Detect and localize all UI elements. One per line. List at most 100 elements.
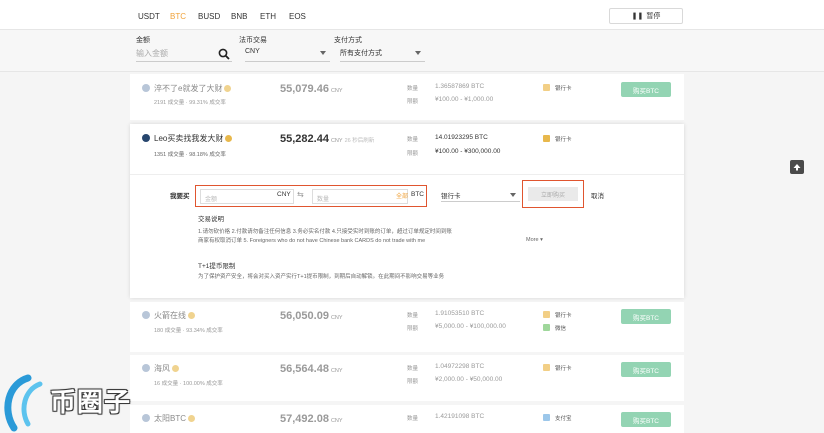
avatar	[142, 134, 150, 142]
tab-eth[interactable]: ETH	[260, 12, 276, 21]
link-icon[interactable]: ⇆	[297, 190, 304, 199]
avatar	[142, 84, 150, 92]
verified-badge-icon	[225, 135, 233, 143]
expanded-order-panel: Leo买卖找我发大财 1351 成交量 · 98.18% 成交率 55,282.…	[130, 124, 684, 298]
price: 55,079.46 CNY	[280, 83, 343, 95]
limit-label: 限额	[407, 326, 419, 332]
t1-title: T+1提币限制	[198, 263, 236, 270]
qty-value: 1.04972298 BTC	[435, 363, 485, 370]
buy-btc-button[interactable]: 购买BTC	[621, 309, 671, 324]
pause-button[interactable]: ❚❚ 暂停	[609, 8, 683, 24]
chevron-down-icon	[510, 193, 516, 197]
confirm-highlight: 立即购买	[522, 180, 584, 208]
qty-value: 1.42191098 BTC	[435, 413, 485, 420]
payment-method: 银行卡	[555, 313, 572, 319]
scroll-top-button[interactable]	[790, 160, 804, 174]
limit-label: 限额	[407, 379, 419, 385]
payment-method: 微信	[555, 326, 567, 332]
price: 55,282.44 CNY 26 秒后刷新	[280, 133, 375, 145]
qty-unit: BTC	[411, 191, 424, 198]
payment-select[interactable]: 所有支付方式	[340, 48, 425, 62]
list-item: 太阳BTC 57,492.08 CNY 数量 1.42191098 BTC 支付宝…	[130, 405, 684, 433]
limit-value: ¥5,000.00 - ¥100,000.00	[435, 323, 506, 330]
payment-method: 支付宝	[555, 416, 572, 422]
tab-busd[interactable]: BUSD	[198, 12, 220, 21]
watermark-text: 币圈子	[50, 387, 132, 417]
filter-bar: 金额 输入金额 法币交易 CNY 支付方式 所有支付方式	[0, 30, 824, 72]
chevron-down-icon	[320, 51, 326, 55]
arrow-up-icon	[793, 164, 801, 171]
buy-now-button[interactable]: 立即购买	[528, 187, 578, 201]
qty-label: 数量	[407, 416, 419, 422]
merchant-name[interactable]: 淬不了e就发了大财	[154, 83, 232, 94]
cancel-button[interactable]: 取消	[591, 190, 604, 200]
merchant-name[interactable]: 火箭在线	[154, 310, 195, 321]
payment-filter-label: 支付方式	[334, 37, 362, 44]
payment-select-value: 所有支付方式	[340, 50, 382, 57]
coin-tab-bar: USDT BTC BUSD BNB ETH EOS ❚❚ 暂停	[0, 0, 824, 30]
qty-input[interactable]: 数量	[312, 189, 408, 204]
price: 57,492.08 CNY	[280, 413, 343, 425]
buy-btc-button[interactable]: 购买BTC	[621, 82, 671, 97]
qty-label: 数量	[407, 313, 419, 319]
search-icon[interactable]	[218, 48, 230, 60]
tab-usdt[interactable]: USDT	[138, 12, 160, 21]
qty-label: 数量	[407, 366, 419, 372]
amount-unit: CNY	[277, 191, 291, 198]
fiat-select[interactable]: CNY	[245, 48, 330, 62]
price: 56,564.48 CNY	[280, 363, 343, 375]
payment-method: 银行卡	[555, 366, 572, 372]
alipay-icon	[543, 414, 550, 421]
merchant-name[interactable]: 太阳BTC	[154, 413, 195, 424]
bank-card-icon	[543, 311, 550, 318]
divider	[130, 174, 684, 175]
list-item: 淬不了e就发了大财 2191 成交量 · 99.31% 成交率 55,079.4…	[130, 74, 684, 120]
payment-method: 银行卡	[555, 86, 572, 92]
amount-qty-highlight: 金额 CNY ⇆ 数量 全部 BTC	[195, 185, 427, 207]
bank-card-icon	[543, 84, 550, 91]
payment-method-select-value: 银行卡	[441, 193, 461, 200]
pause-label: 暂停	[646, 13, 661, 20]
merchant-name[interactable]: Leo买卖找我发大财	[154, 133, 233, 144]
fiat-select-value: CNY	[245, 48, 260, 55]
limit-label: 限额	[407, 99, 419, 105]
payment-method: 银行卡	[555, 137, 572, 143]
qty-label: 数量	[407, 86, 419, 92]
merchant-stats: 16 成交量 · 100.00% 成交率	[154, 381, 223, 387]
price: 56,050.09 CNY	[280, 310, 343, 322]
buy-btc-button[interactable]: 购买BTC	[621, 362, 671, 377]
fiat-filter-label: 法币交易	[239, 37, 267, 44]
merchant-stats: 180 成交量 · 93.34% 成交率	[154, 328, 223, 334]
chevron-down-icon: ▾	[540, 237, 543, 243]
list-item: 火箭在线 180 成交量 · 93.34% 成交率 56,050.09 CNY 数…	[130, 302, 684, 352]
buy-btc-button[interactable]: 购买BTC	[621, 412, 671, 427]
trade-notes-title: 交易说明	[198, 216, 224, 223]
amount-filter-label: 金额	[136, 37, 150, 44]
qty-value: 14.01923295 BTC	[435, 134, 488, 141]
trade-notes-line2: 商家有权取消订单 5. Foreigners who do not have C…	[198, 238, 426, 244]
payment-method-select[interactable]: 银行卡	[441, 190, 520, 202]
qty-label: 数量	[407, 137, 419, 143]
all-button[interactable]: 全部	[396, 191, 408, 200]
verified-badge-icon	[224, 85, 232, 93]
qty-value: 1.91053510 BTC	[435, 310, 485, 317]
limit-label: 限额	[407, 151, 419, 157]
qty-value: 1.36587869 BTC	[435, 83, 485, 90]
verified-badge-icon	[172, 365, 179, 373]
bank-card-icon	[543, 135, 550, 142]
verified-badge-icon	[188, 312, 195, 320]
tab-eos[interactable]: EOS	[289, 12, 306, 21]
merchant-stats: 2191 成交量 · 99.31% 成交率	[154, 100, 226, 106]
tab-btc[interactable]: BTC	[170, 12, 186, 21]
avatar	[142, 311, 150, 319]
i-want-buy-label: 我要买	[170, 193, 190, 200]
bank-card-icon	[543, 364, 550, 371]
more-link[interactable]: More ▾	[526, 237, 543, 243]
verified-badge-icon	[188, 415, 195, 423]
t1-text: 为了保护资产安全，将会对买入资产实行T+1提币限制，到期后自动解锁。在此期间不影…	[198, 274, 445, 280]
limit-value: ¥100.00 - ¥300,000.00	[435, 148, 501, 155]
limit-value: ¥100.00 - ¥1,000.00	[435, 96, 494, 103]
pause-icon: ❚❚	[631, 13, 644, 20]
wechat-icon	[543, 324, 550, 331]
tab-bnb[interactable]: BNB	[231, 12, 247, 21]
